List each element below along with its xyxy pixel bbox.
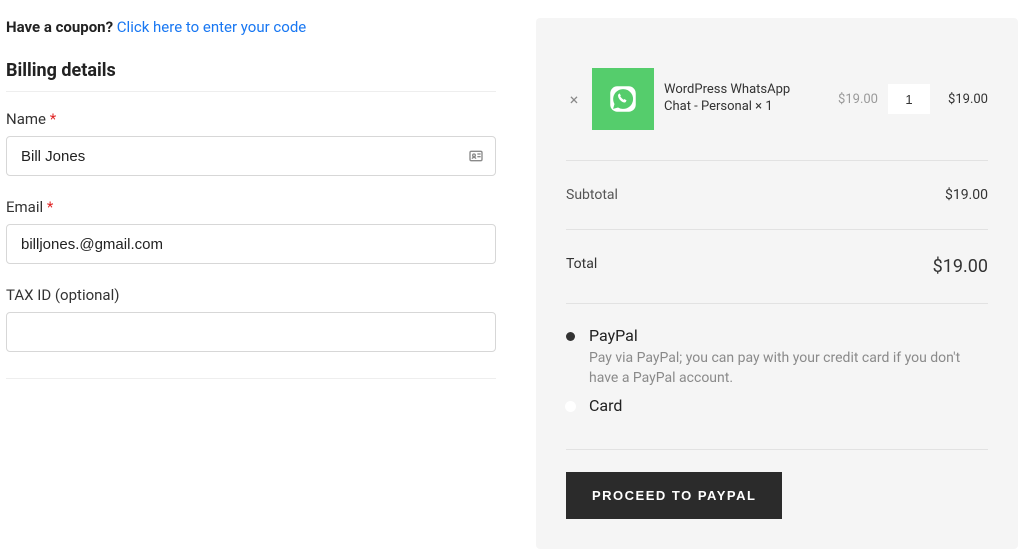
radio-selected-icon <box>566 332 575 341</box>
payment-option-description: Pay via PayPal; you can pay with your cr… <box>589 349 988 388</box>
product-name: WordPress WhatsApp Chat - Personal × 1 <box>664 82 820 116</box>
email-label: Email * <box>6 198 496 216</box>
proceed-button[interactable]: PROCEED TO PAYPAL <box>566 472 782 519</box>
product-thumbnail <box>592 68 654 130</box>
subtotal-value: $19.00 <box>945 187 988 203</box>
unit-price: $19.00 <box>830 92 878 107</box>
subtotal-row: Subtotal $19.00 <box>566 161 988 230</box>
name-input[interactable] <box>6 136 496 176</box>
tax-id-label: TAX ID (optional) <box>6 286 496 304</box>
name-label: Name * <box>6 110 496 128</box>
total-row: Total $19.00 <box>566 230 988 304</box>
required-mark: * <box>50 110 56 128</box>
tax-id-input[interactable] <box>6 312 496 352</box>
subtotal-label: Subtotal <box>566 187 618 203</box>
payment-option-paypal[interactable]: PayPal Pay via PayPal; you can pay with … <box>566 326 988 388</box>
payment-option-card[interactable]: Card <box>566 396 988 419</box>
email-input[interactable] <box>6 224 496 264</box>
radio-unselected-icon <box>566 402 575 411</box>
payment-methods: PayPal Pay via PayPal; you can pay with … <box>566 304 988 450</box>
required-mark: * <box>47 198 53 216</box>
total-value: $19.00 <box>933 256 988 277</box>
quantity-input[interactable] <box>888 84 930 114</box>
billing-heading: Billing details <box>6 60 496 81</box>
divider <box>6 378 496 379</box>
order-summary: × WordPress WhatsApp Chat - Personal × 1… <box>536 18 1018 549</box>
cart-line-item: × WordPress WhatsApp Chat - Personal × 1… <box>566 68 988 161</box>
coupon-notice: Have a coupon? Click here to enter your … <box>6 18 496 36</box>
total-label: Total <box>566 256 597 277</box>
remove-item-icon[interactable]: × <box>566 90 582 109</box>
autofill-icon <box>468 148 484 164</box>
coupon-link[interactable]: Click here to enter your code <box>117 18 306 36</box>
payment-option-label: Card <box>589 396 988 415</box>
line-total: $19.00 <box>940 92 988 107</box>
payment-option-label: PayPal <box>589 326 988 345</box>
coupon-prompt: Have a coupon? <box>6 18 113 36</box>
divider <box>6 91 496 92</box>
